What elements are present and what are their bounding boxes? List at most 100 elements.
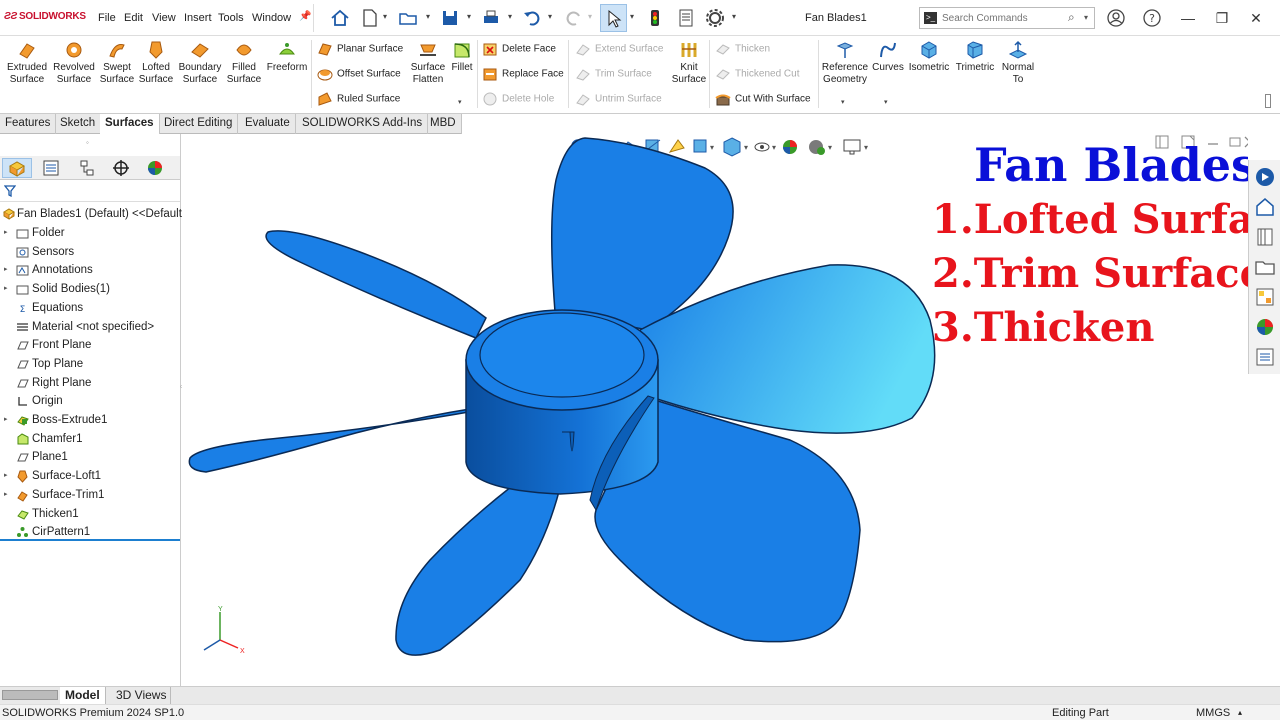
expand-arrow-icon[interactable]: ▸ bbox=[4, 467, 8, 485]
menu-view[interactable]: View bbox=[152, 12, 176, 24]
select-button[interactable] bbox=[600, 4, 627, 32]
chevron-down-icon[interactable]: ▾ bbox=[1084, 13, 1088, 22]
tree-item-sensors[interactable]: Sensors bbox=[0, 243, 180, 261]
solidworks-resources-icon[interactable] bbox=[1254, 166, 1276, 188]
tree-item-origin[interactable]: Origin bbox=[0, 392, 180, 410]
fan-blade-left[interactable] bbox=[188, 407, 483, 473]
tree-item-equations[interactable]: Σ Equations bbox=[0, 299, 180, 317]
replace-face-button[interactable]: Replace Face bbox=[482, 66, 564, 82]
minimize-button[interactable]: — bbox=[1178, 8, 1198, 28]
hub-chamfer[interactable] bbox=[479, 312, 645, 398]
tab-surfaces[interactable]: Surfaces bbox=[100, 114, 160, 134]
rebuild-traffic-light-icon[interactable] bbox=[645, 8, 665, 28]
chevron-down-icon[interactable]: ▾ bbox=[508, 12, 512, 21]
boundary-surface-button[interactable]: Boundary Surface bbox=[176, 40, 224, 86]
appearances-scenes-icon[interactable] bbox=[1254, 316, 1276, 338]
tree-item-solid-bodies-1[interactable]: ▸ Solid Bodies(1) bbox=[0, 280, 180, 298]
tree-item-surface-loft1[interactable]: ▸ Surface-Loft1 bbox=[0, 467, 180, 485]
surface-flatten-button[interactable]: Surface Flatten bbox=[408, 40, 448, 86]
ruled-surface-button[interactable]: Ruled Surface bbox=[317, 91, 400, 107]
normal-to-button[interactable]: Normal To bbox=[998, 40, 1038, 86]
folder-icon[interactable] bbox=[1254, 256, 1276, 278]
chevron-down-icon[interactable]: ▾ bbox=[383, 12, 387, 21]
tree-item-surface-trim1[interactable]: ▸ Surface-Trim1 bbox=[0, 486, 180, 504]
feature-manager-tab[interactable] bbox=[2, 158, 32, 178]
configuration-manager-tab[interactable] bbox=[72, 158, 102, 178]
swept-surface-button[interactable]: Swept Surface bbox=[98, 40, 136, 86]
chevron-down-icon[interactable]: ▾ bbox=[588, 12, 592, 21]
graphics-area[interactable]: ▾ ▾ ▾ ▾ ▾ Y X Fan Blades 1.Lofted Surfa … bbox=[182, 134, 1248, 686]
tab-addins[interactable]: SOLIDWORKS Add-Ins bbox=[297, 114, 429, 134]
tree-item-material-not-specified[interactable]: Material <not specified> bbox=[0, 318, 180, 336]
lofted-surface-button[interactable]: Lofted Surface bbox=[136, 40, 176, 86]
home-icon[interactable] bbox=[330, 8, 350, 28]
chevron-down-icon[interactable]: ▾ bbox=[548, 12, 552, 21]
undo-icon[interactable] bbox=[522, 8, 542, 28]
property-manager-tab[interactable] bbox=[36, 158, 66, 178]
menu-window[interactable]: Window bbox=[252, 12, 291, 24]
gear-icon[interactable] bbox=[705, 8, 725, 28]
tree-item-plane1[interactable]: Plane1 bbox=[0, 448, 180, 466]
file-explorer-icon[interactable] bbox=[1254, 226, 1276, 248]
untrim-surface-button[interactable]: Untrim Surface bbox=[575, 91, 662, 107]
tree-item-right-plane[interactable]: Right Plane bbox=[0, 374, 180, 392]
extend-surface-button[interactable]: Extend Surface bbox=[575, 41, 663, 57]
tab-model[interactable]: Model bbox=[60, 687, 106, 704]
trim-surface-button[interactable]: Trim Surface bbox=[575, 66, 652, 82]
help-icon[interactable]: ? bbox=[1142, 8, 1162, 28]
expand-arrow-icon[interactable]: ▸ bbox=[4, 261, 8, 279]
chevron-down-icon[interactable]: ▾ bbox=[467, 12, 471, 21]
search-icon[interactable]: ⌕ bbox=[1068, 10, 1075, 25]
trimetric-view-button[interactable]: Trimetric bbox=[952, 40, 998, 74]
tab-evaluate[interactable]: Evaluate bbox=[240, 114, 296, 134]
tree-item-front-plane[interactable]: Front Plane bbox=[0, 336, 180, 354]
file-properties-icon[interactable] bbox=[676, 8, 696, 28]
tab-sketch[interactable]: Sketch bbox=[55, 114, 102, 134]
view-palette-icon[interactable] bbox=[1254, 286, 1276, 308]
tree-item-annotations[interactable]: ▸ Annotations bbox=[0, 261, 180, 279]
menu-edit[interactable]: Edit bbox=[124, 12, 143, 24]
extruded-surface-button[interactable]: Extruded Surface bbox=[4, 40, 50, 86]
revolved-surface-button[interactable]: Revolved Surface bbox=[50, 40, 98, 86]
custom-properties-icon[interactable] bbox=[1254, 346, 1276, 368]
cut-with-surface-button[interactable]: Cut With Surface bbox=[715, 91, 811, 107]
design-library-icon[interactable] bbox=[1254, 196, 1276, 218]
tree-item-top-plane[interactable]: Top Plane bbox=[0, 355, 180, 373]
tab-direct-editing[interactable]: Direct Editing bbox=[159, 114, 239, 134]
offset-surface-button[interactable]: Offset Surface bbox=[317, 66, 401, 82]
units-indicator[interactable]: MMGS bbox=[1196, 705, 1230, 721]
tab-3d-views[interactable]: 3D Views bbox=[112, 687, 172, 704]
chevron-down-icon[interactable]: ▾ bbox=[884, 98, 888, 106]
close-button[interactable]: ✕ bbox=[1246, 8, 1266, 28]
search-box[interactable]: >_ ⌕ ▾ bbox=[919, 7, 1095, 29]
expand-arrow-icon[interactable]: ▸ bbox=[4, 224, 8, 242]
reference-geometry-button[interactable]: Reference Geometry bbox=[820, 40, 870, 86]
tree-root[interactable]: Fan Blades1 (Default) <<Default bbox=[0, 205, 182, 223]
filter-bar[interactable] bbox=[0, 180, 180, 202]
redo-icon[interactable] bbox=[564, 8, 584, 28]
display-manager-tab[interactable] bbox=[140, 158, 170, 178]
delete-hole-button[interactable]: Delete Hole bbox=[482, 91, 554, 107]
freeform-button[interactable]: Freeform bbox=[264, 40, 310, 74]
curves-button[interactable]: Curves bbox=[870, 40, 906, 74]
chevron-down-icon[interactable]: ▾ bbox=[841, 98, 845, 106]
filled-surface-button[interactable]: Filled Surface bbox=[224, 40, 264, 86]
new-document-icon[interactable] bbox=[360, 8, 380, 28]
pin-icon[interactable]: 📌 bbox=[299, 11, 311, 22]
user-account-icon[interactable] bbox=[1106, 8, 1126, 28]
horizontal-scrollbar[interactable] bbox=[2, 690, 58, 700]
restore-button[interactable]: ❐ bbox=[1212, 8, 1232, 28]
solidworks-logo[interactable]: ƧƧ SOLIDWORKS bbox=[4, 11, 86, 22]
chevron-down-icon[interactable]: ▾ bbox=[630, 12, 634, 21]
dimxpert-manager-tab[interactable] bbox=[106, 158, 136, 178]
expand-arrow-icon[interactable]: ▸ bbox=[4, 486, 8, 504]
fillet-button[interactable]: Fillet bbox=[448, 40, 476, 74]
menu-tools[interactable]: Tools bbox=[218, 12, 244, 24]
tab-features[interactable]: Features bbox=[0, 114, 57, 134]
delete-face-button[interactable]: Delete Face bbox=[482, 41, 556, 57]
expand-arrow-icon[interactable]: ▸ bbox=[4, 280, 8, 298]
knit-surface-button[interactable]: Knit Surface bbox=[670, 40, 708, 86]
save-icon[interactable] bbox=[440, 8, 460, 28]
tree-item-chamfer1[interactable]: Chamfer1 bbox=[0, 430, 180, 448]
tree-item-thicken1[interactable]: Thicken1 bbox=[0, 505, 180, 523]
